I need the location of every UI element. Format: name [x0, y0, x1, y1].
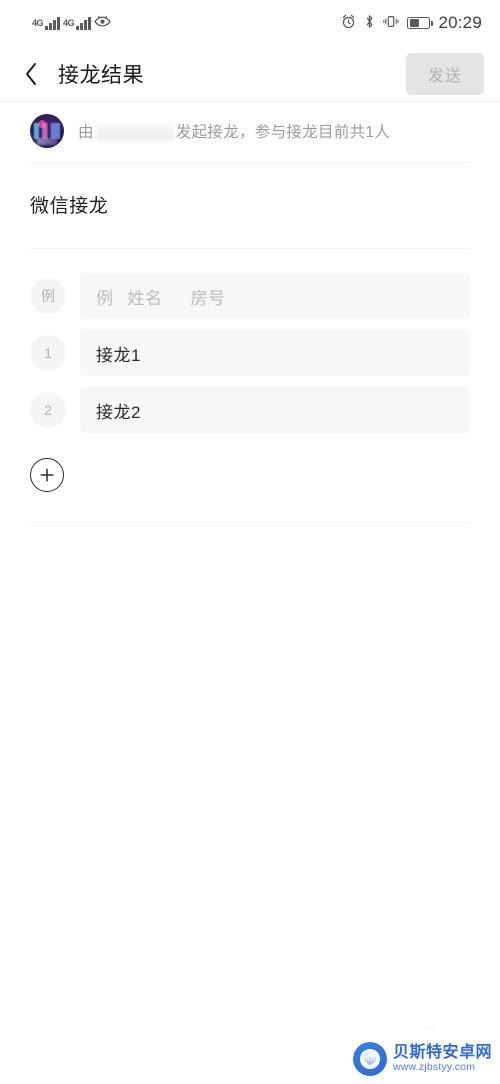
ghost-watermark-mark: ∽ [424, 1018, 440, 1037]
bluetooth-icon [364, 14, 375, 32]
entry-input-example[interactable]: 例姓名 房号 [80, 273, 470, 319]
entry-row: 1 接龙1 [30, 330, 470, 376]
network-type-label-sim1: 4G [32, 17, 44, 28]
add-entry-button[interactable] [30, 458, 64, 492]
redacted-username [95, 122, 174, 140]
plus-icon [40, 468, 54, 482]
entry-input[interactable]: 接龙1 [80, 330, 470, 376]
battery-fill [409, 19, 420, 27]
signal-strength-icon-sim1: 4G [32, 16, 60, 30]
initiator-prefix: 由 [78, 124, 94, 141]
nav-bar: 接龙结果 发送 [0, 46, 500, 101]
status-bar-left: 4G 4G [18, 15, 111, 32]
entry-list: 例 例姓名 房号 1 接龙1 2 接龙2 [0, 249, 500, 433]
signal-strength-icon-sim2: 4G [63, 16, 91, 30]
initiator-suffix: 发起接龙，参与接龙目前共1人 [175, 124, 391, 141]
vibrate-icon [383, 14, 400, 32]
watermark-url: www.zjbstyy.com [392, 1061, 476, 1074]
relay-title: 微信接龙 [30, 196, 109, 217]
phone-screen: 4G 4G 20:29 接龙结果 发送 由 发起接龙，参与接龙目前共1人 微信接… [0, 0, 500, 1084]
add-entry-wrap [0, 444, 500, 492]
shell-logo-icon [352, 1042, 387, 1076]
back-chevron-icon[interactable] [18, 61, 44, 87]
entry-row-example: 例 例姓名 房号 [30, 273, 470, 319]
entry-input[interactable]: 接龙2 [80, 387, 470, 433]
list-bottom-divider [30, 522, 470, 523]
avatar[interactable] [30, 114, 64, 148]
entry-badge: 例 [30, 278, 66, 314]
initiator-info-text: 由 发起接龙，参与接龙目前共1人 [78, 120, 390, 142]
status-bar: 4G 4G 20:29 [0, 0, 500, 46]
entry-row: 2 接龙2 [30, 387, 470, 433]
status-bar-clock: 20:29 [438, 13, 482, 32]
entry-badge: 1 [30, 335, 66, 371]
eye-icon [94, 15, 111, 32]
entry-badge: 2 [30, 392, 66, 428]
example-placeholder-room: 房号 [190, 288, 226, 308]
example-placeholder-prefix: 例 [96, 288, 114, 308]
battery-icon [407, 17, 434, 29]
alarm-clock-icon [341, 14, 356, 32]
network-type-label-sim2: 4G [63, 17, 75, 28]
example-placeholder-name: 姓名 [127, 288, 163, 308]
page-title: 接龙结果 [58, 63, 144, 87]
watermark-site-name: 贝斯特安卓网 [392, 1044, 492, 1062]
status-bar-right: 20:29 [341, 13, 482, 33]
initiator-info-row: 由 发起接龙，参与接龙目前共1人 [0, 102, 500, 162]
site-watermark: 贝斯特安卓网 www.zjbstyy.com [352, 1042, 492, 1076]
send-button[interactable]: 发送 [405, 52, 484, 95]
watermark-text: 贝斯特安卓网 www.zjbstyy.com [393, 1044, 492, 1074]
